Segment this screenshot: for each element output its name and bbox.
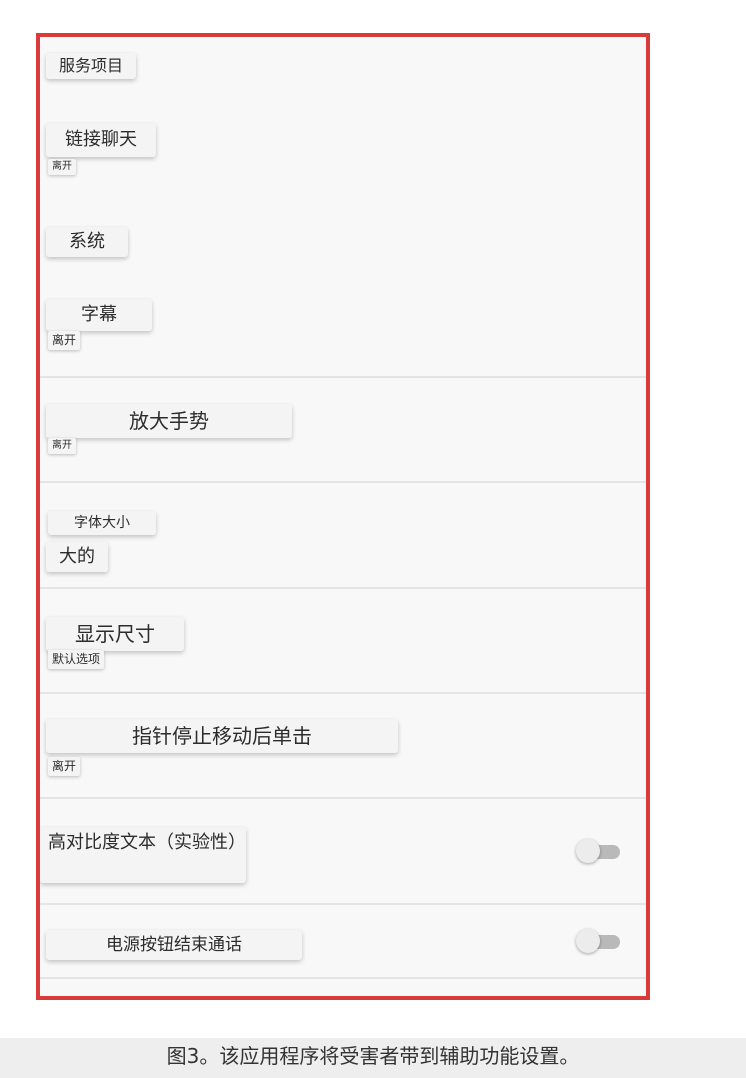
setting-title-system: 系统 bbox=[46, 227, 128, 257]
divider bbox=[40, 692, 646, 694]
power-button-ends-call-toggle[interactable] bbox=[576, 927, 622, 955]
setting-status-magnification-gesture: 离开 bbox=[48, 438, 76, 454]
setting-title-display-size: 显示尺寸 bbox=[46, 617, 184, 651]
toggle-knob bbox=[576, 929, 600, 953]
setting-title-power-button-ends-call: 电源按钮结束通话 bbox=[46, 930, 302, 960]
setting-status-display-size: 默认选项 bbox=[48, 650, 105, 669]
setting-title-click-after-pointer-stops: 指针停止移动后单击 bbox=[46, 719, 398, 753]
divider bbox=[40, 977, 646, 979]
divider bbox=[40, 903, 646, 905]
divider bbox=[40, 481, 646, 483]
divider bbox=[40, 376, 646, 378]
setting-title-high-contrast-text: 高对比度文本（实验性） bbox=[40, 827, 246, 883]
toggle-knob bbox=[576, 839, 600, 863]
figure-caption: 图3。该应用程序将受害者带到辅助功能设置。 bbox=[166, 1044, 580, 1068]
accessibility-settings-panel: 服务项目 链接聊天 离开 系统 字幕 离开 放大手势 离开 字体大小 大的 显示… bbox=[36, 33, 650, 1000]
setting-status-captions: 离开 bbox=[48, 331, 81, 350]
section-header-services: 服务项目 bbox=[46, 53, 136, 79]
high-contrast-text-toggle[interactable] bbox=[576, 837, 622, 865]
setting-title-link-chat: 链接聊天 bbox=[46, 123, 156, 157]
divider bbox=[40, 797, 646, 799]
setting-status-font-size: 大的 bbox=[46, 542, 108, 572]
setting-title-magnification-gesture: 放大手势 bbox=[46, 404, 292, 438]
setting-title-font-size: 字体大小 bbox=[48, 511, 156, 535]
setting-status-click-after-pointer-stops: 离开 bbox=[48, 757, 81, 776]
setting-status-link-chat: 离开 bbox=[48, 159, 76, 175]
screenshot-stage: 服务项目 链接聊天 离开 系统 字幕 离开 放大手势 离开 字体大小 大的 显示… bbox=[0, 0, 746, 1078]
setting-title-captions: 字幕 bbox=[46, 299, 152, 331]
divider bbox=[40, 587, 646, 589]
